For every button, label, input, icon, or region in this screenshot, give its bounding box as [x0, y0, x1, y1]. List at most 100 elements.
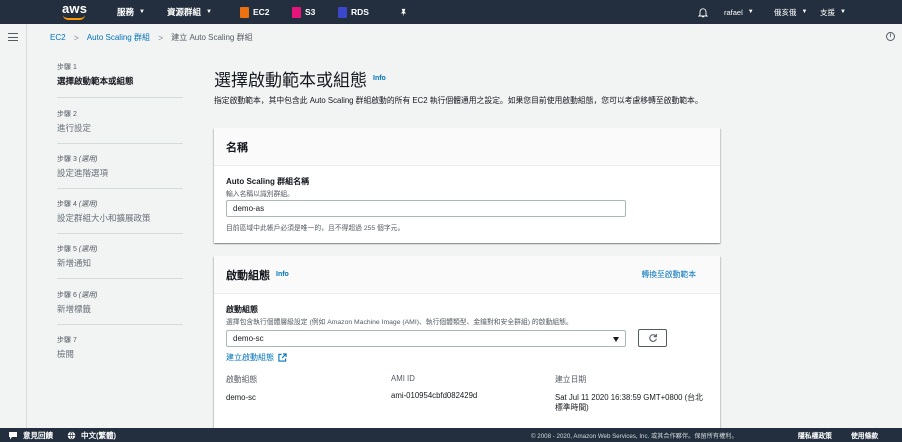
feedback-label: 意見回饋 [23, 430, 53, 440]
pushpin-icon [400, 8, 407, 17]
step-number: 步驟 2 [57, 111, 77, 118]
chevron-down-icon: ▼ [747, 9, 754, 15]
create-launch-config-link[interactable]: 建立啟動組態 [226, 352, 287, 363]
step-divider [57, 97, 183, 98]
rds-service-icon [338, 6, 347, 18]
step-number: 步驟 6 [57, 292, 77, 299]
pinned-rds[interactable]: RDS [338, 0, 369, 24]
step-1[interactable]: 步驟 1 選擇啟動範本或組態 [57, 62, 183, 87]
support-label: 支援 [820, 7, 835, 17]
launch-config-selected: demo-sc [233, 334, 264, 343]
pinned-rds-label: RDS [351, 7, 369, 17]
step-optional: (選用) [78, 292, 98, 299]
step-number: 步驟 7 [57, 337, 77, 344]
step-number: 步驟 5 [57, 246, 77, 253]
privacy-policy-link[interactable]: 隱私權政策 [798, 430, 832, 440]
hamburger-menu-icon[interactable] [8, 33, 18, 41]
resource-groups-label: 資源群組 [167, 7, 202, 17]
detail-value: Sat Jul 11 2020 16:38:59 GMT+0800 (台北標準時… [555, 393, 703, 412]
group-name-input[interactable]: demo-as [226, 200, 626, 217]
page-description: 指定啟動範本，其中包含此 Auto Scaling 群組啟動的所有 EC2 執行… [214, 96, 703, 105]
step-divider [57, 324, 183, 325]
name-panel: 名稱 Auto Scaling 群組名稱 輸入名稱以識別群組。 demo-as … [214, 128, 720, 243]
step-optional: (選用) [78, 246, 98, 253]
launch-configuration-panel: 啟動組態 Info 轉換至啟動範本 啟動組態 選擇包含執行個體層級設定 (例如 … [214, 256, 720, 428]
rail-divider [26, 24, 27, 428]
step-number: 步驟 4 [57, 201, 77, 208]
chevron-down-icon: ▼ [840, 9, 846, 15]
step-number: 步驟 1 [57, 64, 77, 71]
step-divider [57, 188, 183, 189]
pinned-s3-label: S3 [305, 7, 316, 17]
language-selector[interactable]: 中文(繁體) [67, 430, 116, 441]
step-title: 設定進階選項 [57, 168, 109, 178]
step-2[interactable]: 步驟 2 進行設定 [57, 109, 183, 134]
step-title: 進行設定 [57, 123, 92, 133]
step-divider [57, 278, 183, 279]
name-panel-header: 名稱 [214, 128, 720, 166]
step-5[interactable]: 步驟 5 (選用) 新增通知 [57, 244, 183, 269]
account-menu[interactable]: rafael ▼ [724, 0, 754, 24]
step-title: 設定群組大小和擴展政策 [57, 213, 151, 223]
launch-config-label: 啟動組態 [226, 305, 258, 314]
refresh-button[interactable] [638, 329, 667, 347]
pinned-s3[interactable]: S3 [292, 0, 315, 24]
top-navigation-bar: aws 服務 ▼ 資源群組 ▼ EC2 S3 RDS rafael ▼ 俄亥俄 ▼ 支援… [0, 0, 902, 24]
services-label: 服務 [117, 7, 135, 17]
support-menu[interactable]: 支援 ▼ [820, 0, 846, 24]
region-label: 俄亥俄 [774, 7, 797, 17]
pinned-ec2-label: EC2 [253, 7, 270, 17]
info-panel-icon[interactable]: i [886, 32, 895, 41]
resource-groups-menu[interactable]: 資源群組 ▼ [167, 0, 212, 24]
step-3[interactable]: 步驟 3 (選用) 設定進階選項 [57, 154, 183, 179]
region-menu[interactable]: 俄亥俄 ▼ [774, 0, 807, 24]
s3-service-icon [292, 6, 301, 18]
step-title: 選擇啟動範本或組態 [57, 76, 134, 86]
detail-col-ami-id: AMI ID ami-010954cbfd082429d [391, 374, 477, 400]
step-title: 檢閱 [57, 349, 75, 359]
step-divider [57, 143, 183, 144]
feedback-button[interactable]: 意見回饋 [8, 430, 53, 441]
step-optional: (選用) [78, 156, 98, 163]
bell-icon [698, 7, 708, 17]
chevron-down-icon: ▼ [139, 9, 145, 15]
launch-config-description: 選擇包含執行個體層級設定 (例如 Amazon Machine Image (A… [226, 319, 573, 326]
detail-value: ami-010954cbfd082429d [391, 391, 478, 400]
detail-header: 建立日期 [555, 375, 587, 384]
services-menu[interactable]: 服務 ▼ [117, 0, 145, 24]
step-optional: (選用) [78, 201, 98, 208]
chevron-down-icon: ▼ [801, 9, 808, 15]
notifications-bell[interactable] [698, 0, 708, 24]
group-name-value: demo-as [233, 204, 265, 213]
group-name-label: Auto Scaling 群組名稱 [226, 177, 310, 186]
step-number: 步驟 3 [57, 156, 77, 163]
external-link-icon [278, 353, 287, 362]
detail-header: AMI ID [391, 374, 415, 383]
pin-icon[interactable] [399, 0, 408, 24]
switch-to-launch-template-link[interactable]: 轉換至啟動範本 [641, 269, 696, 280]
breadcrumb-ec2[interactable]: EC2 [50, 33, 66, 42]
launch-panel-title: 啟動組態 [226, 269, 270, 282]
language-label: 中文(繁體) [81, 430, 116, 440]
chevron-right-icon: > [157, 32, 164, 43]
info-link[interactable]: Info [373, 75, 386, 82]
step-divider [57, 233, 183, 234]
step-title: 新增標籤 [57, 304, 92, 314]
launch-config-select[interactable]: demo-sc [226, 330, 626, 347]
step-6[interactable]: 步驟 6 (選用) 新增標籤 [57, 290, 183, 315]
page-title: 選擇啟動範本或組態 Info [214, 66, 386, 91]
speech-bubble-icon [9, 431, 17, 439]
pinned-ec2[interactable]: EC2 [240, 0, 270, 24]
step-title: 新增通知 [57, 258, 92, 268]
breadcrumb-auto-scaling-groups[interactable]: Auto Scaling 群組 [87, 32, 150, 43]
name-panel-title: 名稱 [226, 141, 248, 154]
group-name-hint: 目前區域中此帳戶必須是唯一的，且不得超過 255 個字元。 [226, 225, 405, 232]
terms-of-use-link[interactable]: 使用條款 [851, 430, 878, 440]
aws-logo[interactable]: aws [62, 2, 92, 22]
chevron-down-icon: ▼ [206, 9, 212, 15]
step-4[interactable]: 步驟 4 (選用) 設定群組大小和擴展政策 [57, 199, 183, 224]
console-footer: 意見回饋 中文(繁體) © 2008 - 2020, Amazon Web Se… [0, 428, 902, 442]
info-link[interactable]: Info [276, 271, 289, 278]
breadcrumb-current: 建立 Auto Scaling 群組 [171, 33, 253, 42]
step-7[interactable]: 步驟 7 檢閱 [57, 335, 183, 360]
